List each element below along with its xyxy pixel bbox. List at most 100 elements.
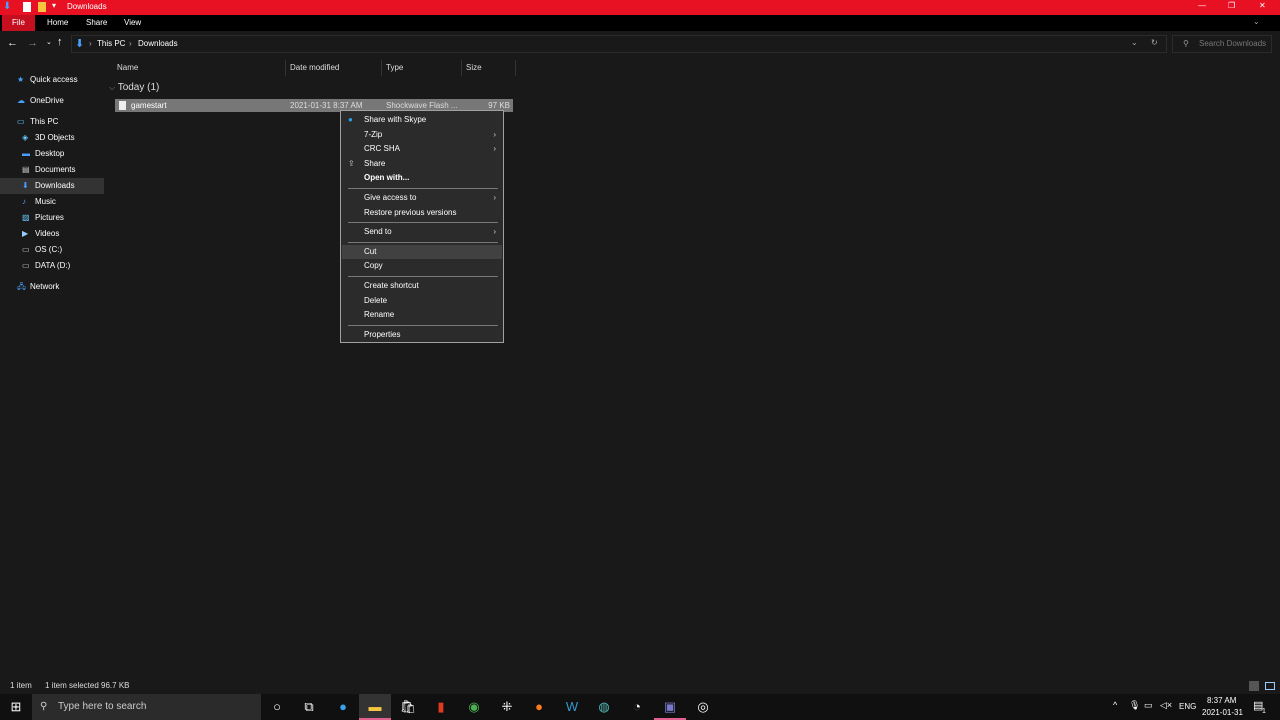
back-button[interactable]: ← [7,37,18,49]
cortana-icon[interactable]: ○ [261,694,293,720]
breadcrumb-downloads[interactable]: Downloads [138,39,178,48]
language-indicator[interactable]: ENG [1179,702,1196,711]
tab-home[interactable]: Home [39,15,76,31]
office-icon[interactable]: ▮ [425,694,457,720]
group-label: Today (1) [117,82,160,93]
menu-separator [348,222,498,224]
column-size[interactable]: Size [462,60,516,76]
app-icon[interactable]: ⁜ [491,694,523,720]
sidebar-item-documents[interactable]: ▤ Documents [0,162,104,178]
menu-item-rename[interactable]: Rename [342,308,502,322]
up-button[interactable]: ↑ [57,36,63,48]
clock-app-icon[interactable]: ◔ [621,694,653,720]
obs-icon[interactable]: ◎ [687,694,719,720]
menu-separator [348,324,498,326]
status-bar: 1 item 1 item selected 96.7 KB [0,679,1280,693]
tab-share[interactable]: Share [78,15,115,31]
sidebar-item-music[interactable]: ♪ Music [0,194,104,210]
clock-date[interactable]: 2021-01-31 [1202,708,1243,717]
sidebar-item-quick-access[interactable]: ★ Quick access [0,72,104,88]
sidebar-item-pictures[interactable]: ▨ Pictures [0,210,104,226]
window-title: Downloads [67,2,107,11]
menu-item-share[interactable]: Share ⇪ [342,157,502,171]
address-bar[interactable]: ⬇ › This PC › Downloads ⌄ ↻ [71,35,1167,53]
large-icons-view-button[interactable] [1265,682,1275,690]
cloud-icon: ☁ [17,96,25,105]
sidebar-item-label: Music [35,197,56,206]
menu-item-share-with-skype[interactable]: Share with Skype ● [342,113,502,127]
clock-time[interactable]: 8:37 AM [1207,696,1236,705]
document-icon: ▤ [22,165,30,174]
refresh-icon[interactable]: ↻ [1151,38,1158,47]
app-icon[interactable]: W [556,694,588,720]
properties-icon[interactable] [23,2,31,12]
show-hidden-icons[interactable]: ^ [1113,700,1117,710]
folder-icon[interactable] [38,2,46,12]
menu-item-open-with[interactable]: Open with... [342,171,502,185]
task-view-icon[interactable]: ⧉ [293,694,325,720]
minimize-button[interactable]: — [1198,1,1206,10]
column-date-modified[interactable]: Date modified [286,60,382,76]
menu-item-copy[interactable]: Copy [342,259,502,273]
sidebar-item-this-pc[interactable]: ▭ This PC [0,114,104,130]
sidebar-item-label: OneDrive [30,96,64,105]
quick-access-dropdown-icon[interactable]: ▾ [52,1,56,10]
menu-separator [348,276,498,277]
taskbar-search-input[interactable]: ⚲ Type here to search [32,694,261,720]
menu-item-send-to[interactable]: Send to › [342,225,502,239]
taskbar: ⊞ ⚲ Type here to search ○ ⧉ ● ▬ 🛍 ▮ ◉ ⁜ … [0,694,1280,720]
sidebar-item-label: Videos [35,229,60,238]
drive-icon: ▭ [22,245,30,254]
details-view-button[interactable] [1249,681,1259,691]
menu-item-delete[interactable]: Delete [342,294,502,308]
menu-item-properties[interactable]: Properties [342,328,502,342]
app-icon[interactable]: ◍ [588,694,620,720]
sidebar-item-network[interactable]: 🖧 Network [0,279,104,295]
breadcrumb-this-pc[interactable]: This PC [97,39,125,48]
search-input[interactable]: ⚲ Search Downloads [1172,35,1272,53]
sidebar-item-videos[interactable]: ▶ Videos [0,226,104,242]
volume-muted-icon[interactable]: ◁× [1160,700,1172,711]
edge-icon[interactable]: ● [327,694,359,720]
menu-item-crc-sha[interactable]: CRC SHA › [342,142,502,156]
network-icon[interactable]: ▭ [1144,700,1153,711]
menu-item-label: Copy [364,261,383,271]
menu-item-create-shortcut[interactable]: Create shortcut [342,279,502,293]
sidebar-item-desktop[interactable]: ▬ Desktop [0,146,104,162]
menu-item-cut[interactable]: Cut [342,244,502,259]
expand-ribbon-icon[interactable]: ⌄ [1253,17,1260,26]
chevron-right-icon: › [493,129,496,139]
download-icon: ⬇ [3,1,12,12]
firefox-icon[interactable]: ● [523,694,555,720]
menu-item-label: CRC SHA [364,144,401,154]
tab-file[interactable]: File [2,15,35,31]
microphone-icon[interactable]: 🎙 [1129,700,1140,711]
address-dropdown-icon[interactable]: ⌄ [1131,38,1138,47]
recent-locations-icon[interactable]: ⌄ [46,38,52,46]
file-explorer-icon[interactable]: ▬ [359,694,391,720]
column-name[interactable]: Name [113,60,286,76]
start-button[interactable]: ⊞ [0,694,32,720]
forward-button[interactable]: → [27,37,38,49]
maximize-button[interactable]: ❐ [1228,1,1235,10]
sidebar-item-onedrive[interactable]: ☁ OneDrive [0,93,104,109]
menu-item-give-access-to[interactable]: Give access to › [342,191,502,205]
close-button[interactable]: ✕ [1259,1,1266,10]
menu-item-7-zip[interactable]: 7-Zip › [342,128,502,142]
store-icon[interactable]: 🛍 [392,694,424,720]
sidebar-item-os-c[interactable]: ▭ OS (C:) [0,242,104,258]
sidebar-item-3d-objects[interactable]: ◈ 3D Objects [0,130,104,146]
menu-item-restore-previous-versions[interactable]: Restore previous versions [342,206,502,220]
share-icon: ⇪ [348,158,355,168]
sidebar-item-data-d[interactable]: ▭ DATA (D:) [0,258,104,274]
group-header-today[interactable]: ⌵ Today (1) [109,82,159,93]
search-placeholder: Search Downloads [1199,39,1267,48]
menu-item-label: Send to [364,227,392,237]
chrome-icon[interactable]: ◉ [458,694,490,720]
ribbon: File Home Share View ⌄ [0,15,1280,31]
app-icon[interactable]: ▣ [654,694,686,720]
sidebar-item-downloads[interactable]: ⬇ Downloads [0,178,104,194]
column-type[interactable]: Type [382,60,462,76]
tab-view[interactable]: View [116,15,149,31]
sidebar-item-label: Documents [35,165,76,174]
